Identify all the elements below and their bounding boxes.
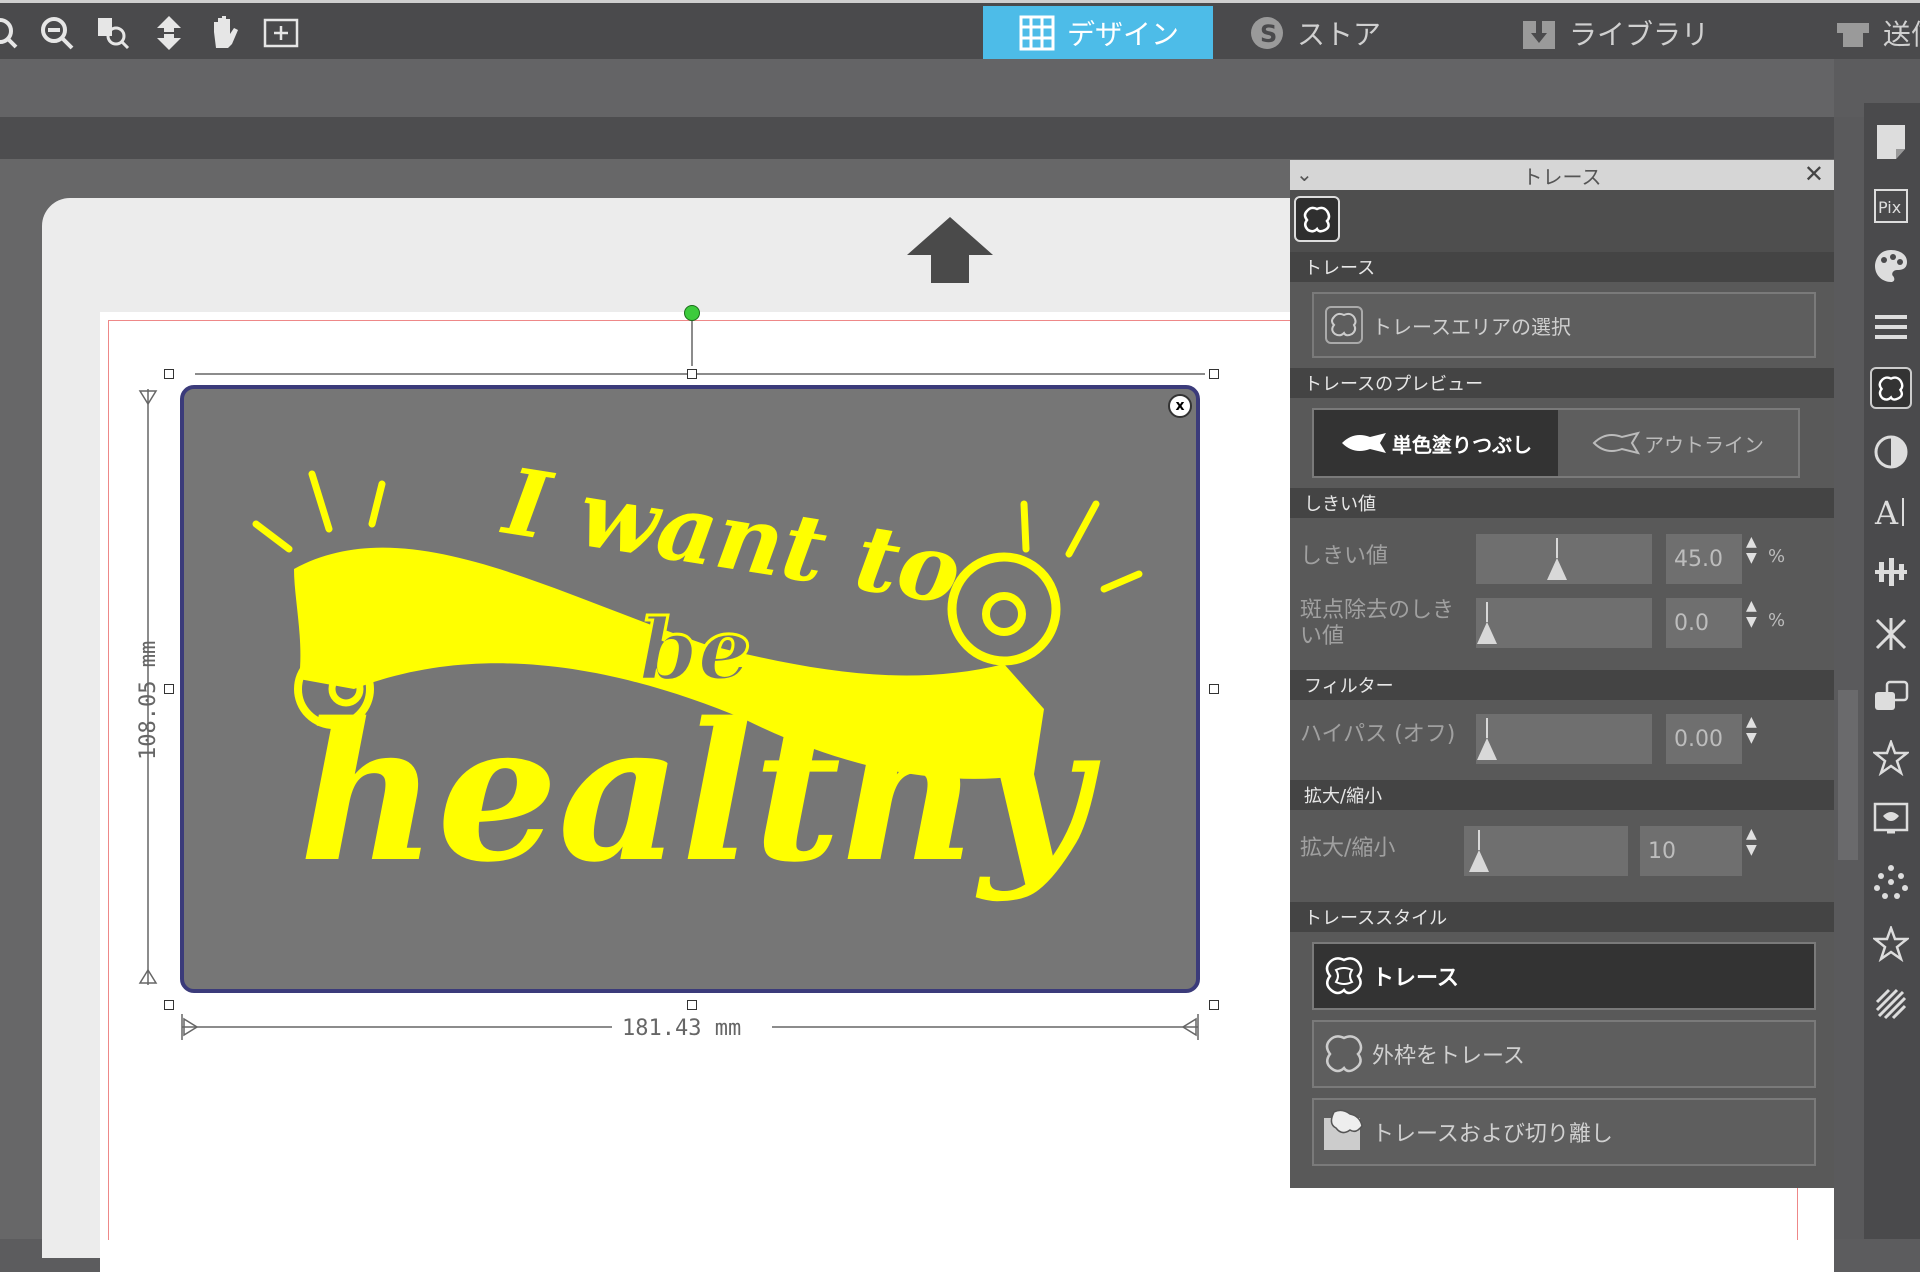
- resize-handle-l[interactable]: [164, 684, 174, 694]
- text-style-icon[interactable]: A: [1870, 491, 1912, 533]
- width-dimension: 181.43 mm: [622, 1016, 742, 1041]
- line-style-icon[interactable]: [1870, 307, 1912, 349]
- star-icon[interactable]: [1870, 923, 1912, 965]
- speck-unit: %: [1768, 610, 1786, 631]
- highpass-label: ハイパス (オフ): [1300, 722, 1456, 747]
- rhinestone-icon[interactable]: [1870, 861, 1912, 903]
- preview-fill-label: 単色塗りつぶし: [1391, 432, 1533, 457]
- trace-button[interactable]: トレース: [1312, 942, 1816, 1010]
- design-artwork: I want to be healthy: [252, 447, 1143, 904]
- panel-icon-row: [1290, 190, 1834, 252]
- design-text-line3: healthy: [299, 681, 1101, 904]
- speck-label: 斑点除去のしきい値: [1300, 598, 1455, 649]
- scrollbar-thumb[interactable]: [1838, 690, 1858, 860]
- rotate-handle[interactable]: [684, 305, 700, 321]
- sketch-icon[interactable]: [1870, 983, 1912, 1025]
- highpass-value[interactable]: 0.00: [1666, 714, 1742, 764]
- scale-row: 拡大/縮小 10 ▲ ▼: [1290, 810, 1834, 902]
- tab-send[interactable]: 送信: [1799, 6, 1920, 60]
- speck-row: 斑点除去のしきい値 0.0 ▲ ▼ %: [1290, 592, 1834, 670]
- transform-icon[interactable]: [1870, 613, 1912, 655]
- section-preview: トレースのプレビュー: [1290, 368, 1834, 398]
- fill-palette-icon[interactable]: [1870, 245, 1912, 287]
- select-trace-area-label: トレースエリアの選択: [1372, 314, 1571, 339]
- speck-stepper[interactable]: ▲ ▼: [1746, 598, 1757, 630]
- trace-outer-edge-label: 外枠をトレース: [1372, 1044, 1525, 1069]
- section-threshold: しきい値: [1290, 488, 1834, 518]
- preview-outline-label: アウトライン: [1644, 432, 1764, 457]
- trace-image[interactable]: I want to be healthy: [180, 385, 1200, 993]
- replicate-icon[interactable]: [1870, 675, 1912, 717]
- scale-slider[interactable]: [1464, 826, 1628, 876]
- close-icon[interactable]: ✕: [1804, 160, 1824, 188]
- align-icon[interactable]: [1870, 551, 1912, 593]
- tab-store-label: ストア: [1297, 18, 1382, 51]
- contrast-icon[interactable]: [1870, 431, 1912, 473]
- preview-fill-button[interactable]: 単色塗りつぶし: [1314, 410, 1558, 476]
- send-icon: [1837, 23, 1869, 47]
- trace-outer-edge-button[interactable]: 外枠をトレース: [1312, 1020, 1816, 1088]
- resize-handle-br[interactable]: [1209, 1000, 1219, 1010]
- highpass-slider[interactable]: [1476, 714, 1652, 764]
- panel-titlebar: ⌄ トレース ✕: [1290, 160, 1834, 190]
- resize-handle-b[interactable]: [687, 1000, 697, 1010]
- section-trace: トレース: [1290, 252, 1834, 282]
- resize-handle-r[interactable]: [1209, 684, 1219, 694]
- trace-detach-label: トレースおよび切り離し: [1372, 1122, 1613, 1147]
- threshold-stepper[interactable]: ▲ ▼: [1746, 534, 1757, 566]
- highpass-row: ハイパス (オフ) 0.00 ▲ ▼: [1290, 700, 1834, 780]
- close-image-button[interactable]: x: [1168, 394, 1192, 418]
- fish-solid-icon: [1341, 433, 1386, 453]
- threshold-unit: %: [1768, 546, 1786, 567]
- resize-handle-bl[interactable]: [164, 1000, 174, 1010]
- section-filter: フィルター: [1290, 670, 1834, 700]
- page-setup-icon[interactable]: [1870, 121, 1912, 163]
- threshold-value[interactable]: 45.0: [1666, 534, 1742, 584]
- svg-text:Pix: Pix: [1878, 198, 1901, 217]
- panel-title: トレース: [1522, 164, 1602, 189]
- trace-button-label: トレース: [1372, 966, 1459, 991]
- collapse-chevron-icon[interactable]: ⌄: [1296, 162, 1313, 186]
- svg-text:A: A: [1874, 494, 1899, 530]
- preview-outline-button[interactable]: アウトライン: [1558, 410, 1798, 476]
- trace-icon[interactable]: [1294, 196, 1340, 242]
- tab-send-label: 送信: [1883, 18, 1920, 51]
- select-trace-area-button[interactable]: トレースエリアの選択: [1312, 292, 1816, 358]
- vertical-scrollbar[interactable]: [1834, 117, 1864, 1239]
- pixscan-icon[interactable]: Pix: [1870, 185, 1912, 227]
- tab-library-label: ライブラリ: [1569, 18, 1710, 51]
- trace-panel: ⌄ トレース ✕ トレース トレースエリアの選択 トレースのプレビュー 単色塗り…: [1290, 160, 1834, 1188]
- right-tool-rail: Pix A: [1864, 103, 1920, 1239]
- scale-value[interactable]: 10: [1640, 826, 1742, 876]
- resize-handle-t[interactable]: [687, 369, 697, 379]
- library-icon: [1523, 21, 1555, 49]
- detach-icon: [1324, 1109, 1363, 1150]
- outer-edge-icon: [1325, 1035, 1363, 1073]
- fish-outline-icon: [1592, 431, 1641, 455]
- resize-handle-tr[interactable]: [1209, 369, 1219, 379]
- highpass-stepper[interactable]: ▲ ▼: [1746, 714, 1757, 746]
- height-dimension: 108.05 mm: [136, 640, 161, 760]
- threshold-label: しきい値: [1300, 544, 1389, 569]
- threshold-row: しきい値 45.0 ▲ ▼ %: [1290, 526, 1834, 592]
- scale-stepper[interactable]: ▲ ▼: [1746, 826, 1757, 858]
- favorite-star-icon[interactable]: [1870, 737, 1912, 779]
- speck-value[interactable]: 0.0: [1666, 598, 1742, 648]
- print-cut-icon[interactable]: [1870, 799, 1912, 841]
- trace-area-icon: [1325, 306, 1363, 344]
- speck-slider[interactable]: [1476, 598, 1652, 648]
- trace-rail-icon[interactable]: [1870, 367, 1912, 409]
- section-scale: 拡大/縮小: [1290, 780, 1834, 810]
- tab-library[interactable]: ライブラリ: [1485, 6, 1799, 60]
- scale-label: 拡大/縮小: [1300, 836, 1396, 861]
- trace-detach-button[interactable]: トレースおよび切り離し: [1312, 1098, 1816, 1166]
- resize-handle-tl[interactable]: [164, 369, 174, 379]
- threshold-slider[interactable]: [1476, 534, 1652, 584]
- preview-mode-toggle: 単色塗りつぶし アウトライン: [1312, 408, 1800, 478]
- section-style: トレーススタイル: [1290, 902, 1834, 932]
- trace-style-icon: [1325, 957, 1363, 995]
